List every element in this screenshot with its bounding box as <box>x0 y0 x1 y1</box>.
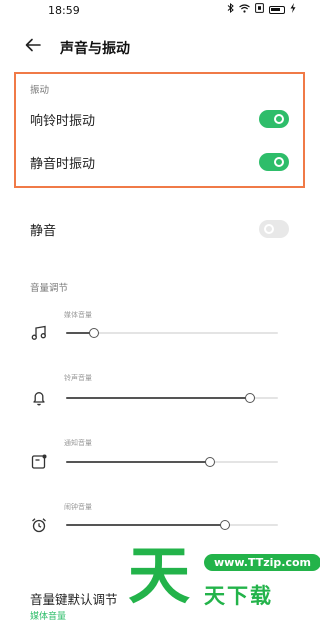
toggle-knob <box>264 224 274 234</box>
slider-thumb[interactable] <box>220 520 230 530</box>
watermark-site: www.TTzip.com <box>204 554 320 571</box>
status-bar: 18:59 <box>0 0 320 22</box>
media-volume-label: 媒体音量 <box>64 311 92 319</box>
bluetooth-icon <box>227 2 234 16</box>
header: 声音与振动 <box>0 32 320 62</box>
sim-icon <box>255 3 264 16</box>
volume-key-default-value: 媒体音量 <box>30 612 67 622</box>
music-note-icon <box>31 325 46 340</box>
toggle-knob <box>274 157 284 167</box>
watermark-text: 天下载 <box>204 584 273 608</box>
alarm-volume-label: 闹钟音量 <box>64 503 92 511</box>
slider-fill <box>66 397 251 399</box>
slider-thumb[interactable] <box>205 457 216 467</box>
bell-icon <box>33 392 45 406</box>
media-volume-slider[interactable] <box>66 328 278 338</box>
ring-vibrate-label: 响铃时振动 <box>30 114 96 129</box>
notification-volume-slider[interactable] <box>66 457 278 467</box>
silent-vibrate-toggle[interactable] <box>259 153 289 171</box>
battery-icon <box>269 5 285 14</box>
back-button[interactable] <box>24 36 48 58</box>
slider-fill <box>66 461 211 463</box>
notification-volume-label: 通知音量 <box>64 439 92 447</box>
arrow-left-icon <box>25 38 41 52</box>
wifi-icon <box>239 3 250 16</box>
ringtone-volume-slider[interactable] <box>66 393 278 403</box>
watermark-big-char: 天 <box>128 539 191 612</box>
ring-vibrate-toggle[interactable] <box>259 110 289 128</box>
section-label-vibration: 振动 <box>30 85 50 96</box>
slider-thumb[interactable] <box>245 393 256 403</box>
volume-key-default-title[interactable]: 音量键默认调节 <box>30 589 118 608</box>
watermark-logo: 天 www.TTzip.com 天下载 <box>128 540 320 620</box>
alarm-clock-icon <box>32 518 46 533</box>
mute-toggle[interactable] <box>259 220 289 238</box>
ringtone-volume-label: 铃声音量 <box>64 374 92 382</box>
mute-label: 静音 <box>30 224 57 239</box>
section-label-volume: 音量调节 <box>30 283 69 294</box>
status-time: 18:59 <box>48 4 80 17</box>
alarm-volume-slider[interactable] <box>66 520 278 530</box>
notification-icon <box>31 454 47 469</box>
toggle-knob <box>274 114 284 124</box>
slider-fill <box>66 524 225 526</box>
charging-icon <box>290 3 296 16</box>
page-title: 声音与振动 <box>60 41 130 57</box>
slider-thumb[interactable] <box>88 328 99 338</box>
status-icons <box>227 2 296 16</box>
silent-vibrate-label: 静音时振动 <box>30 157 96 172</box>
